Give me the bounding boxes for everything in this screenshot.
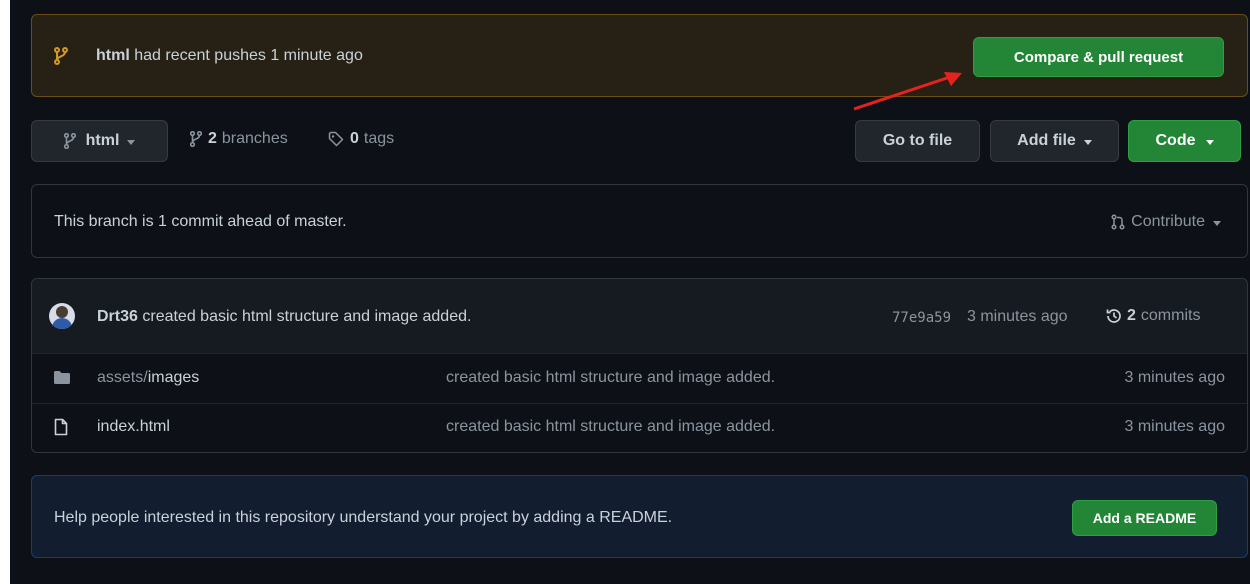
branch-select-label: html <box>85 132 120 149</box>
tag-icon <box>328 131 344 147</box>
repo-page: html had recent pushes 1 minute ago Comp… <box>10 0 1250 584</box>
folder-icon <box>53 370 71 385</box>
branch-select-button[interactable]: html <box>31 120 168 162</box>
file-commit-message[interactable]: created basic html structure and image a… <box>446 418 775 436</box>
compare-pull-request-button[interactable]: Compare & pull request <box>973 37 1224 77</box>
file-commit-time: 3 minutes ago <box>1124 418 1225 435</box>
file-commit-message[interactable]: created basic html structure and image a… <box>446 369 775 387</box>
latest-commit-row: Drt36 created basic html structure and i… <box>32 279 1247 353</box>
commits-label: commits <box>1140 307 1201 324</box>
push-branch-name[interactable]: html <box>96 47 130 64</box>
git-branch-icon <box>54 47 68 65</box>
add-file-label: Add file <box>1017 132 1076 149</box>
commit-time: 3 minutes ago <box>967 308 1068 325</box>
branches-count: 2 <box>208 130 217 147</box>
commits-count: 2 <box>1127 307 1136 324</box>
add-readme-label: Add a README <box>1092 510 1197 526</box>
code-button[interactable]: Code <box>1128 120 1241 162</box>
file-commit-time: 3 minutes ago <box>1124 369 1225 386</box>
commit-summary: Drt36 created basic html structure and i… <box>97 308 471 326</box>
add-readme-button[interactable]: Add a README <box>1072 500 1217 536</box>
file-row-index-html[interactable]: index.html created basic html structure … <box>32 404 1247 453</box>
commit-message[interactable]: created basic html structure and image a… <box>142 308 471 325</box>
git-branch-icon <box>63 133 76 149</box>
contribute-label: Contribute <box>1131 213 1205 230</box>
pull-request-icon <box>1111 214 1125 230</box>
branches-link[interactable]: 2 branches <box>190 130 288 148</box>
push-message: html had recent pushes 1 minute ago <box>96 47 363 65</box>
file-name-main: images <box>147 369 200 386</box>
tags-label: tags <box>363 130 395 147</box>
file-list: Drt36 created basic html structure and i… <box>31 278 1248 453</box>
readme-prompt-text: Help people interested in this repositor… <box>54 509 673 526</box>
git-branch-icon <box>190 131 202 147</box>
chevron-down-icon <box>1083 139 1092 145</box>
commits-link[interactable]: 2 commits <box>1105 307 1200 325</box>
branches-label: branches <box>221 130 288 147</box>
chevron-down-icon <box>1205 139 1214 145</box>
file-name[interactable]: assets/images <box>97 369 199 387</box>
chevron-down-icon <box>127 139 136 145</box>
readme-prompt: Help people interested in this repositor… <box>31 475 1248 558</box>
commit-sha[interactable]: 77e9a59 <box>892 310 951 326</box>
code-label: Code <box>1155 132 1196 149</box>
go-to-file-button[interactable]: Go to file <box>855 120 980 162</box>
commit-author[interactable]: Drt36 <box>97 308 138 325</box>
go-to-file-label: Go to file <box>882 132 953 149</box>
tags-link[interactable]: 0 tags <box>328 130 394 148</box>
annotation-arrow <box>853 72 962 111</box>
history-icon <box>1105 307 1123 325</box>
branch-ahead-text: This branch is 1 commit ahead of master. <box>54 213 347 230</box>
avatar[interactable] <box>49 303 75 329</box>
contribute-dropdown[interactable]: Contribute <box>1111 213 1221 231</box>
file-row-assets-images[interactable]: assets/images created basic html structu… <box>32 354 1247 403</box>
add-file-button[interactable]: Add file <box>990 120 1119 162</box>
file-name[interactable]: index.html <box>97 418 170 436</box>
file-name-prefix: assets/ <box>97 369 148 386</box>
recent-push-banner: html had recent pushes 1 minute ago Comp… <box>31 14 1248 97</box>
compare-pull-request-label: Compare & pull request <box>1013 48 1184 66</box>
tags-count: 0 <box>350 130 359 147</box>
push-message-text: had recent pushes 1 minute ago <box>134 47 363 64</box>
file-icon <box>54 418 68 436</box>
chevron-down-icon <box>1213 220 1221 226</box>
branch-ahead-notice: This branch is 1 commit ahead of master.… <box>31 184 1248 258</box>
